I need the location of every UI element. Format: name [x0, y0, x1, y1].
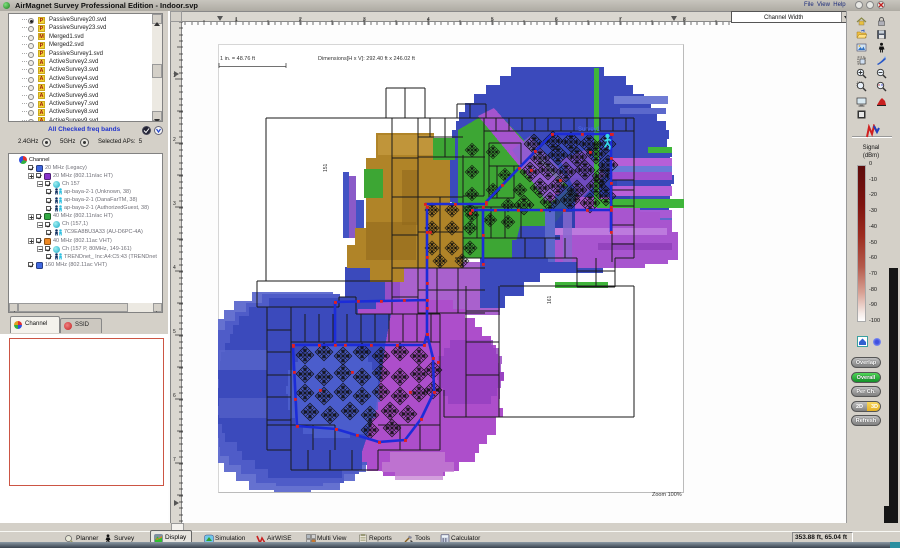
svg-text:6: 6 [555, 17, 558, 23]
svg-text:6: 6 [173, 393, 176, 399]
svg-text:151: 151 [323, 163, 329, 172]
svg-text:3: 3 [363, 17, 366, 23]
svg-text:1: 1 [235, 17, 238, 23]
svg-text:2: 2 [173, 137, 176, 143]
svg-text:8: 8 [683, 17, 686, 23]
svg-text:5: 5 [173, 329, 176, 335]
svg-text:3: 3 [173, 201, 176, 207]
svg-text:4: 4 [173, 265, 176, 271]
svg-text:2: 2 [299, 17, 302, 23]
svg-text:5: 5 [491, 17, 494, 23]
svg-text:161: 161 [547, 295, 553, 304]
svg-text:Survey1: Survey1 [578, 127, 601, 133]
svg-text:7: 7 [173, 457, 176, 463]
svg-text:4: 4 [427, 17, 430, 23]
svg-text:7: 7 [619, 17, 622, 23]
